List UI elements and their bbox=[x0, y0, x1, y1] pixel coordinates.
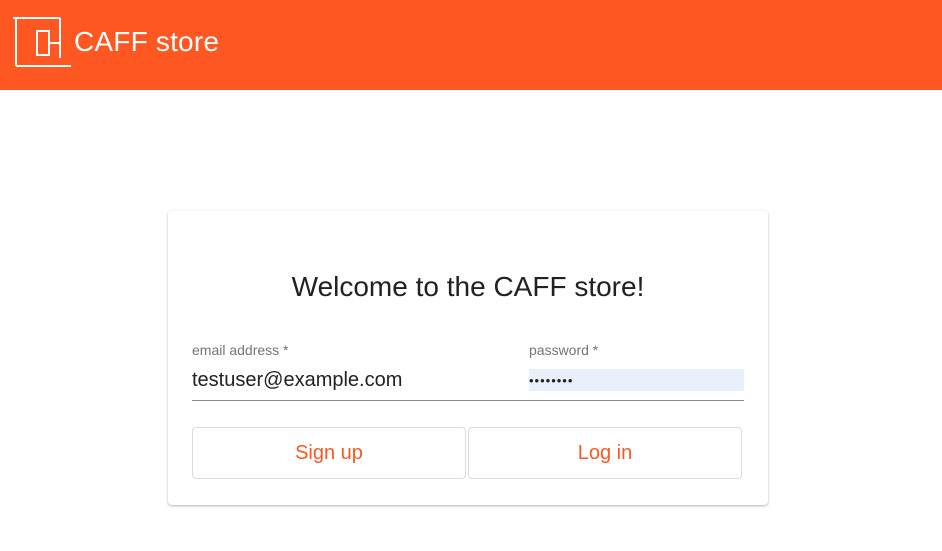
email-input[interactable] bbox=[192, 368, 529, 392]
app-title: CAFF store bbox=[74, 26, 220, 57]
app-bar: CAFF store bbox=[0, 0, 942, 90]
caff-logo-icon bbox=[13, 17, 71, 67]
login-card: Welcome to the CAFF store! email address… bbox=[168, 211, 768, 505]
email-field[interactable]: email address * bbox=[192, 341, 529, 401]
welcome-heading: Welcome to the CAFF store! bbox=[291, 271, 645, 302]
password-label: password * bbox=[529, 342, 599, 358]
email-label: email address * bbox=[192, 342, 289, 358]
password-field[interactable]: password * bbox=[529, 341, 744, 401]
sign-up-button[interactable]: Sign up bbox=[192, 427, 466, 479]
password-input[interactable] bbox=[529, 369, 744, 391]
email-underline bbox=[192, 400, 529, 401]
password-underline bbox=[529, 400, 744, 401]
log-in-button[interactable]: Log in bbox=[468, 427, 742, 479]
